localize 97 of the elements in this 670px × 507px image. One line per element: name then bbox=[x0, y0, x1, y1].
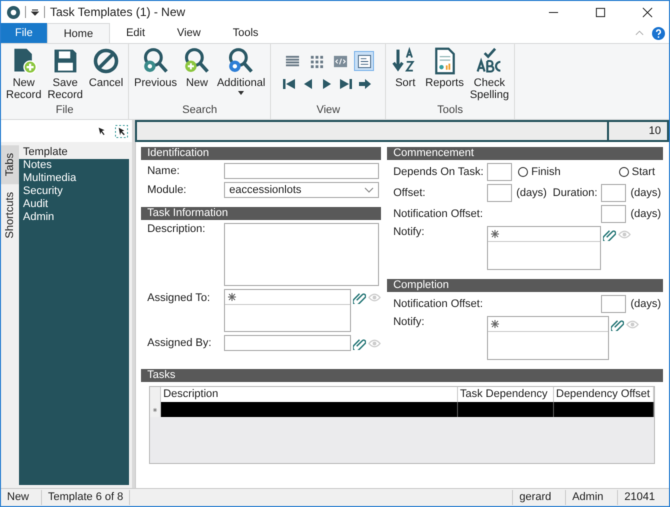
field-label: Module: bbox=[147, 184, 188, 196]
new-row-icon bbox=[491, 320, 500, 328]
nav-list-item[interactable]: Multimedia bbox=[19, 172, 130, 185]
unit-label: (days) bbox=[630, 298, 661, 310]
nav-list-header: Template bbox=[19, 145, 130, 159]
ribbon-button[interactable]: Sort bbox=[389, 47, 422, 89]
unit-label: (days) bbox=[630, 187, 661, 199]
ribbon-button[interactable]: Cancel bbox=[86, 47, 126, 89]
quick-access-caret-icon[interactable] bbox=[31, 8, 39, 16]
input-field[interactable] bbox=[224, 335, 352, 351]
radio-button[interactable]: Start bbox=[618, 166, 655, 178]
magnifier-icon bbox=[182, 47, 211, 75]
ribbon-button[interactable]: Additional bbox=[214, 47, 268, 95]
unit-label: (days) bbox=[630, 208, 661, 220]
field-label: Notification Offset: bbox=[393, 298, 484, 310]
nav-list-item[interactable]: Security bbox=[19, 185, 130, 198]
field-label: Name: bbox=[147, 165, 181, 177]
input-field[interactable] bbox=[601, 205, 626, 223]
window-title: Task Templates (1) - New bbox=[50, 5, 186, 19]
assigned-to-list[interactable] bbox=[224, 289, 352, 332]
first-record-icon[interactable] bbox=[282, 77, 296, 91]
side-tab[interactable]: Tabs bbox=[1, 145, 19, 184]
magnifier-icon bbox=[227, 47, 256, 75]
ribbon-button[interactable]: Check Spelling bbox=[468, 47, 511, 101]
paperclip-icon[interactable] bbox=[353, 337, 366, 350]
arrow-right-icon[interactable] bbox=[358, 77, 372, 91]
field-label: Assigned To: bbox=[147, 291, 212, 304]
input-field[interactable] bbox=[601, 184, 626, 202]
ribbon-button[interactable]: New bbox=[180, 47, 213, 89]
column-header[interactable]: Task Dependency bbox=[458, 387, 554, 402]
ribbon-tab[interactable]: Edit bbox=[110, 23, 162, 43]
collapse-caret-icon[interactable] bbox=[635, 30, 644, 36]
nav-list-item[interactable]: Audit bbox=[19, 198, 130, 211]
section-header: Completion bbox=[387, 279, 663, 292]
section-header: Identification bbox=[141, 147, 382, 160]
nav-list-item[interactable]: Admin bbox=[19, 211, 130, 224]
status-text: Admin bbox=[565, 490, 618, 505]
column-header[interactable]: Dependency Offset bbox=[554, 387, 654, 402]
ribbon-tab[interactable]: Home bbox=[46, 23, 110, 43]
paperclip-icon[interactable] bbox=[611, 318, 624, 331]
field-label: Notify: bbox=[393, 226, 426, 238]
input-field[interactable] bbox=[487, 163, 512, 181]
maximize-icon[interactable] bbox=[595, 6, 606, 18]
input-field[interactable] bbox=[224, 163, 380, 179]
file-tab[interactable]: File bbox=[1, 23, 47, 43]
field-label: Duration: bbox=[552, 187, 598, 199]
record-count: 10 bbox=[609, 122, 667, 140]
ribbon-button[interactable]: Save Record bbox=[45, 47, 85, 101]
app-logo-icon bbox=[7, 6, 20, 18]
radio-button[interactable]: Finish bbox=[518, 166, 561, 178]
ribbon-button[interactable]: Reports bbox=[423, 47, 466, 89]
magnifier-icon bbox=[142, 47, 170, 75]
pointer-select-icon[interactable] bbox=[115, 124, 128, 138]
text-area[interactable] bbox=[224, 223, 380, 286]
new-row-icon bbox=[491, 230, 500, 238]
paperclip-icon[interactable] bbox=[603, 228, 616, 241]
last-record-icon[interactable] bbox=[339, 77, 354, 91]
ribbon-group-label: View bbox=[316, 104, 340, 118]
field-label: Description: bbox=[147, 223, 206, 235]
ribbon-group-label: Tools bbox=[437, 104, 463, 118]
cancel-icon bbox=[92, 47, 120, 75]
status-text: 21041 bbox=[617, 490, 669, 505]
ribbon-group-label: File bbox=[56, 104, 74, 118]
new-row-icon bbox=[228, 293, 236, 301]
unit-label: (days) bbox=[516, 187, 547, 199]
close-icon[interactable] bbox=[642, 6, 653, 18]
chevron-down-icon bbox=[364, 187, 374, 193]
ribbon-button[interactable]: New Record bbox=[4, 47, 44, 101]
input-field[interactable] bbox=[601, 295, 626, 313]
section-header: Commencement bbox=[387, 147, 663, 160]
notify-list[interactable] bbox=[487, 316, 610, 360]
status-text: gerard bbox=[512, 490, 566, 505]
column-header[interactable]: Description bbox=[161, 387, 458, 402]
module-dropdown[interactable]: eaccessionlots bbox=[224, 182, 380, 198]
nav-list-item[interactable]: Notes bbox=[19, 159, 130, 172]
field-label: Notification Offset: bbox=[393, 208, 484, 220]
section-header: Task Information bbox=[141, 207, 382, 220]
input-field[interactable] bbox=[487, 184, 512, 202]
ribbon-tab[interactable]: View bbox=[161, 23, 217, 43]
spell-check-icon bbox=[475, 47, 504, 75]
new-row-icon bbox=[153, 406, 158, 414]
ribbon-tab[interactable]: Tools bbox=[216, 23, 274, 43]
section-header: Tasks bbox=[141, 369, 663, 382]
view-mode-button[interactable] bbox=[354, 51, 374, 71]
pointer-icon[interactable] bbox=[97, 126, 108, 136]
field-label: Notify: bbox=[393, 316, 426, 328]
status-text: New bbox=[1, 490, 42, 505]
help-icon[interactable] bbox=[652, 26, 665, 40]
paperclip-icon[interactable] bbox=[353, 291, 366, 304]
ribbon-button[interactable]: Previous bbox=[132, 47, 179, 89]
notify-list[interactable] bbox=[487, 226, 602, 270]
ribbon-group-label: Search bbox=[182, 104, 218, 118]
field-label: Assigned By: bbox=[147, 337, 212, 349]
field-label: Depends On Task: bbox=[393, 166, 484, 178]
status-text: Template 6 of 8 bbox=[42, 490, 130, 505]
field-label: Offset: bbox=[393, 187, 426, 199]
new-task-row[interactable] bbox=[150, 402, 654, 417]
